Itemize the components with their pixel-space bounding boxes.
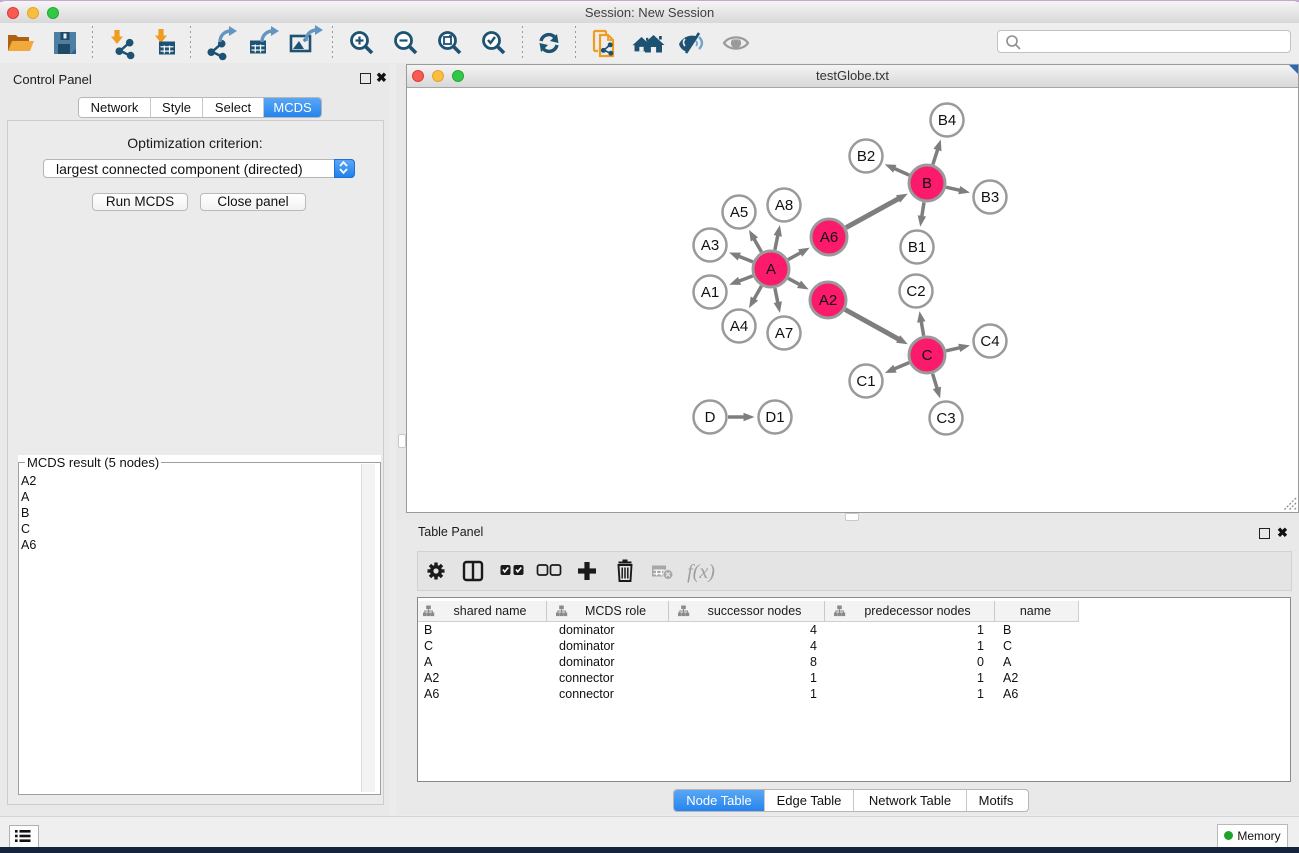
svg-text:B3: B3 [981,189,999,206]
svg-text:A6: A6 [820,229,838,246]
svg-text:C2: C2 [906,283,925,300]
svg-text:C: C [922,347,933,364]
svg-text:C3: C3 [936,410,955,427]
svg-text:C4: C4 [980,333,999,350]
svg-text:A: A [766,261,776,278]
svg-text:A5: A5 [730,204,748,221]
svg-text:B4: B4 [938,112,956,129]
svg-text:B: B [922,175,932,192]
svg-text:C1: C1 [856,373,875,390]
svg-text:A7: A7 [775,325,793,342]
svg-text:A1: A1 [701,284,719,301]
svg-text:A2: A2 [819,292,837,309]
svg-text:A3: A3 [701,237,719,254]
svg-text:D: D [705,409,716,426]
svg-text:f(x): f(x) [687,561,715,583]
svg-text:D1: D1 [765,409,784,426]
svg-text:B1: B1 [908,239,926,256]
svg-text:A4: A4 [730,318,748,335]
svg-text:A8: A8 [775,197,793,214]
svg-text:B2: B2 [857,148,875,165]
